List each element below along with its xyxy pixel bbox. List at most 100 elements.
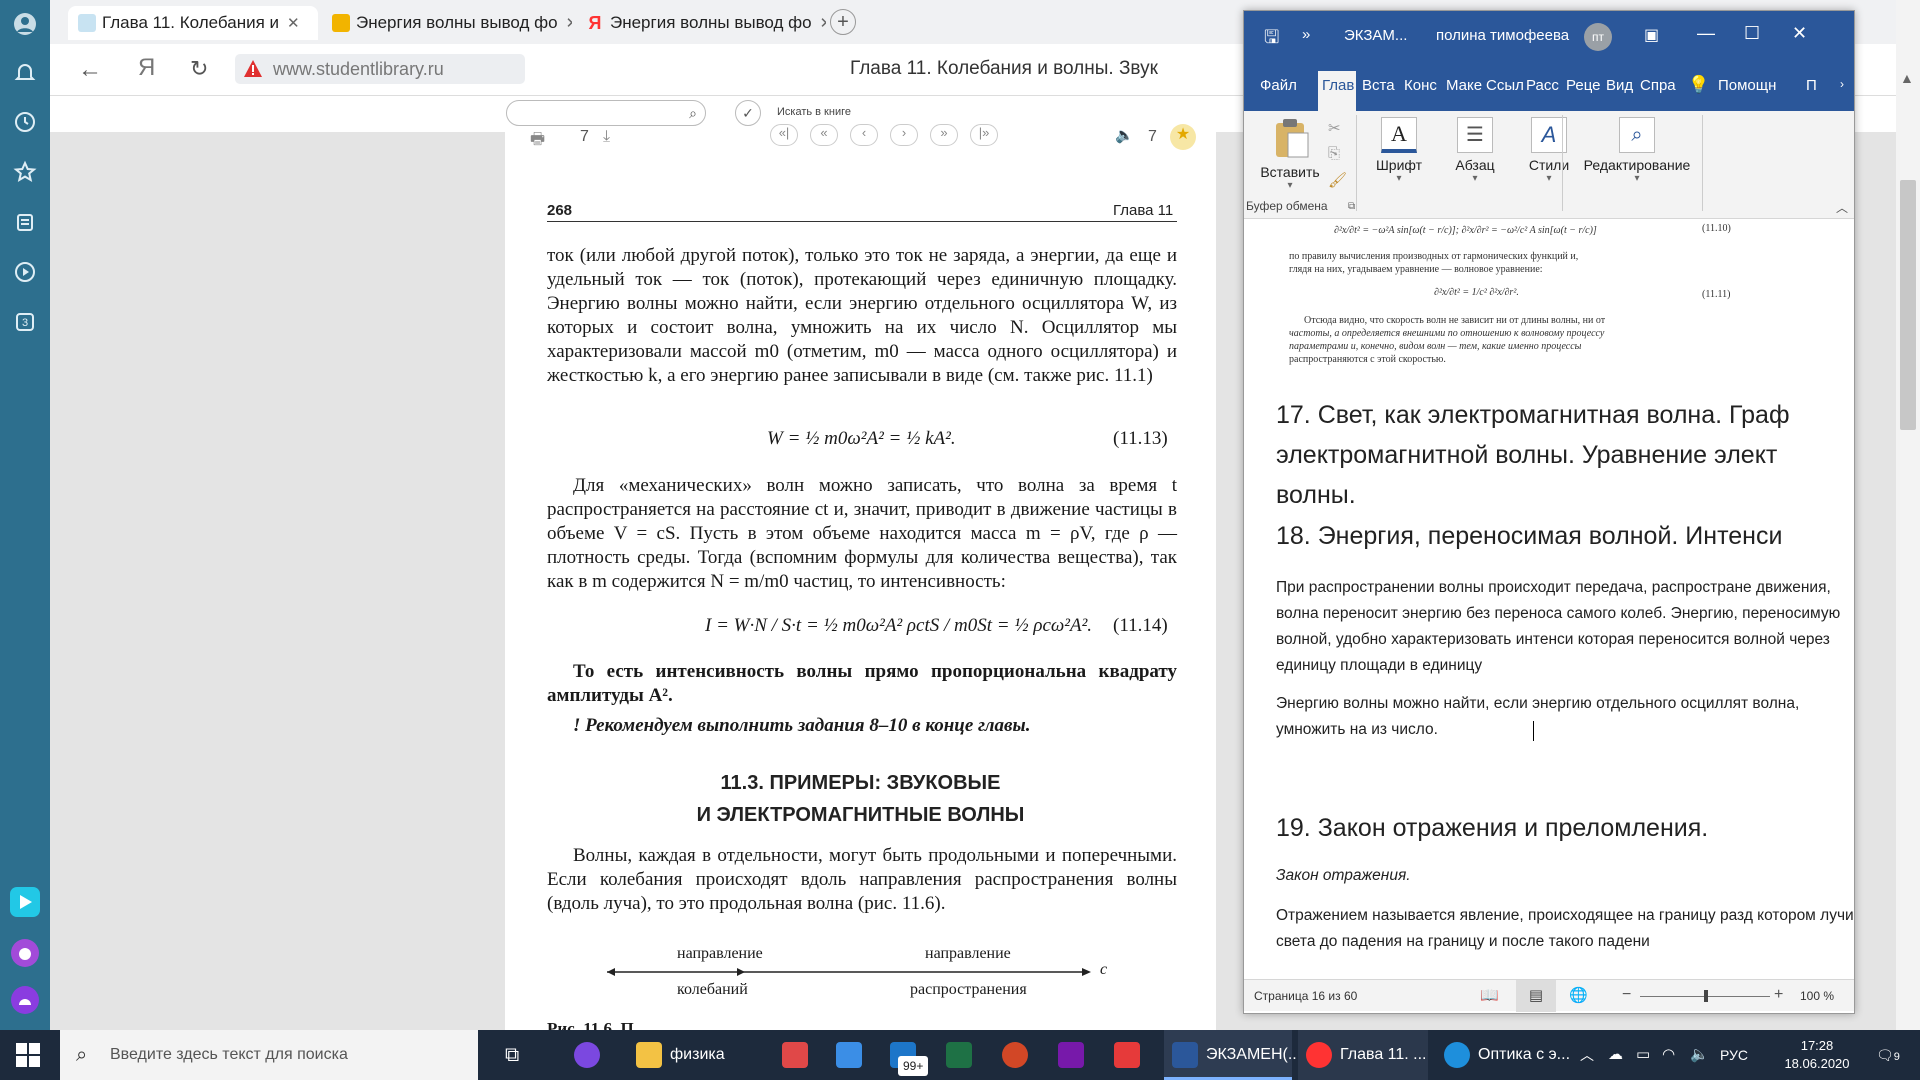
page-count[interactable]: Страница 16 из 60 (1254, 989, 1357, 1003)
back-arrow-icon[interactable]: ← (78, 56, 102, 84)
tab-references[interactable]: Ссыл (1486, 77, 1524, 94)
close-tab-icon[interactable]: ✕ (820, 15, 826, 32)
excel-icon[interactable] (946, 1030, 980, 1080)
gift-app-icon[interactable] (782, 1030, 816, 1080)
print-icon[interactable]: 🖶 (530, 128, 545, 155)
history-icon[interactable] (13, 110, 37, 134)
web-layout-icon[interactable]: 🌐 (1569, 986, 1588, 1004)
tab-layout[interactable]: Маке (1446, 77, 1482, 94)
app-icon-music[interactable] (10, 938, 40, 967)
read-mode-icon[interactable]: 📖 (1480, 986, 1499, 1004)
section-title-line2: И ЭЛЕКТРОМАГНИТНЫЕ ВОЛНЫ (696, 804, 1025, 826)
checkmark-icon[interactable]: ✓ (735, 100, 761, 126)
more-commands-icon[interactable]: » (1302, 26, 1310, 43)
search-icon[interactable]: ⌕ (689, 105, 697, 122)
copy-icon[interactable]: ⎘ (1328, 145, 1340, 162)
tab-help[interactable]: Спра (1640, 77, 1676, 94)
lightbulb-icon[interactable]: 💡 (1688, 75, 1709, 95)
reload-icon[interactable]: ↻ (190, 56, 208, 82)
tab-design[interactable]: Конс (1404, 77, 1437, 94)
minimize-icon[interactable]: — (1697, 23, 1715, 44)
mail-icon[interactable]: 99+ (890, 1030, 929, 1080)
next-10-icon[interactable]: » (930, 124, 958, 146)
store-icon[interactable] (836, 1030, 870, 1080)
save-icon[interactable]: 🖫 (1264, 25, 1279, 55)
close-tab-icon[interactable]: ✕ (287, 15, 300, 32)
tab-glava11[interactable]: Глава 11. Колебания и ✕ (68, 6, 318, 40)
first-page-icon[interactable]: «| (770, 124, 798, 146)
wifi-icon[interactable]: ◠ (1662, 1030, 1675, 1080)
yandex-home-icon[interactable]: Я (138, 54, 155, 82)
font-button[interactable]: A Шрифт ▾ (1364, 117, 1434, 184)
editing-button[interactable]: ⌕ Редактирование ▾ (1572, 117, 1702, 184)
dialog-launcher-icon[interactable]: ⧉ (1348, 201, 1355, 212)
cut-icon[interactable]: ✂ (1328, 119, 1341, 137)
tab-home[interactable]: Глав (1318, 71, 1356, 111)
counter-icon[interactable]: 3 (13, 310, 37, 334)
new-tab-button[interactable]: + (830, 9, 856, 35)
close-icon[interactable]: ✕ (1792, 23, 1807, 44)
tab-view[interactable]: Вид (1606, 77, 1633, 94)
taskbar-folder[interactable]: физика (636, 1030, 725, 1080)
zoom-level[interactable]: 100 % (1800, 989, 1834, 1003)
paste-button[interactable]: Вставить ▾ (1254, 117, 1326, 191)
yandex-browser-icon[interactable] (1114, 1030, 1148, 1080)
battery-icon[interactable]: ▭ (1636, 1030, 1650, 1080)
app-icon-messenger[interactable] (10, 887, 40, 917)
print-layout-icon[interactable]: ▤ (1516, 980, 1556, 1012)
task-view-icon[interactable]: ⧉ (505, 1030, 519, 1080)
windows-start-icon[interactable] (16, 1030, 46, 1080)
profile-icon[interactable] (13, 12, 37, 36)
cloud-icon[interactable]: ☁ (1608, 1030, 1623, 1080)
taskbar-search-box[interactable]: ⌕ Введите здесь текст для поиска (60, 1030, 478, 1080)
bell-icon[interactable] (13, 60, 37, 84)
zoom-in-icon[interactable]: + (1774, 986, 1783, 1004)
onenote-icon[interactable] (1058, 1030, 1092, 1080)
tab-insert[interactable]: Вста (1362, 77, 1395, 94)
avatar[interactable]: пт (1584, 23, 1612, 51)
tab-review[interactable]: Реце (1566, 77, 1600, 94)
tray-chevron-icon[interactable]: ︿ (1580, 1030, 1594, 1080)
collapse-ribbon-icon[interactable]: ︿ (1836, 199, 1848, 216)
clock[interactable]: 17:28 18.06.2020 (1772, 1030, 1862, 1080)
speaker-icon[interactable]: 🔈 (1115, 126, 1134, 144)
zoom-out-icon[interactable]: − (1622, 986, 1631, 1004)
tab-energy-images[interactable]: Энергия волны вывод фо ✕ (322, 6, 572, 40)
tab-energy-search[interactable]: Я Энергия волны вывод фо ✕ (576, 6, 826, 40)
volume-icon[interactable]: 🔈 (1690, 1030, 1709, 1080)
search-in-book-label[interactable]: Искать в книге (777, 106, 851, 118)
taskbar-edge[interactable]: Оптика с э... (1436, 1030, 1570, 1080)
prev-10-icon[interactable]: « (810, 124, 838, 146)
prev-page-icon[interactable]: ‹ (850, 124, 878, 146)
paragraph-button[interactable]: ☰ Абзац ▾ (1440, 117, 1510, 184)
zoom-slider-thumb[interactable] (1704, 990, 1708, 1002)
ribbon-display-icon[interactable]: ▣ (1644, 25, 1659, 45)
download-icon[interactable]: ⤓ (603, 128, 610, 146)
favorite-star-icon[interactable]: ★ (1170, 124, 1196, 150)
last-page-icon[interactable]: |» (970, 124, 998, 146)
next-page-icon[interactable]: › (890, 124, 918, 146)
alice-icon[interactable] (10, 985, 40, 1014)
notification-center-icon[interactable]: 🗨9 (1876, 1030, 1900, 1080)
star-icon[interactable] (13, 160, 37, 184)
cortana-icon[interactable] (574, 1030, 608, 1080)
taskbar-word[interactable]: ЭКЗАМЕН(... (1164, 1030, 1301, 1080)
browser-scrollbar-thumb[interactable] (1900, 180, 1916, 430)
ribbon-scroll-icon[interactable]: › (1840, 77, 1844, 91)
share-button[interactable]: П (1806, 77, 1817, 94)
tell-me[interactable]: Помощн (1718, 77, 1776, 94)
book-search-input[interactable]: ⌕ (506, 100, 706, 126)
tab-mailings[interactable]: Расс (1526, 77, 1559, 94)
language-indicator[interactable]: РУС (1720, 1030, 1748, 1080)
collections-icon[interactable] (13, 210, 37, 234)
maximize-icon[interactable]: ☐ (1744, 23, 1760, 44)
scroll-up-icon[interactable]: ▲ (1900, 70, 1914, 86)
close-tab-icon[interactable]: ✕ (566, 15, 572, 32)
url-field[interactable]: www.studentlibrary.ru (235, 54, 525, 84)
font-icon: A (1381, 117, 1417, 153)
tab-file[interactable]: Файл (1260, 77, 1297, 94)
format-painter-icon[interactable]: 🖌 (1328, 171, 1347, 189)
taskbar-yandex[interactable]: Глава 11. ... (1298, 1030, 1428, 1080)
powerpoint-icon[interactable] (1002, 1030, 1036, 1080)
play-icon[interactable] (13, 260, 37, 284)
